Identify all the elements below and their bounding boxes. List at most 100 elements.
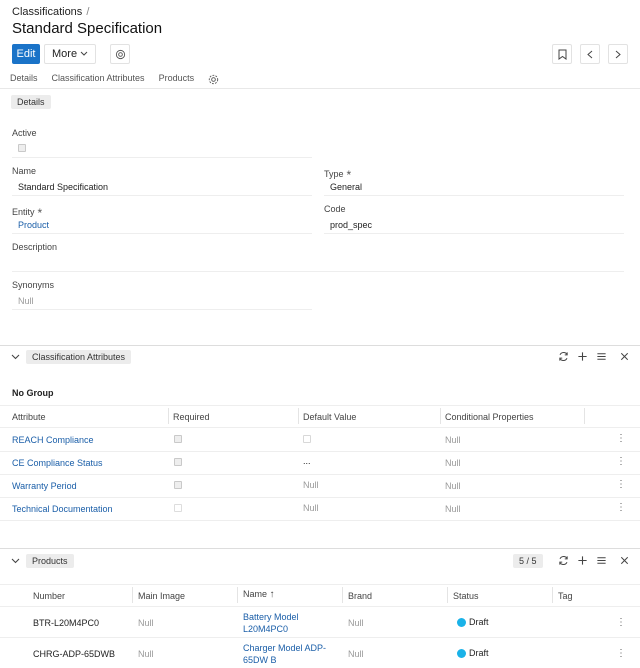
column-divider <box>552 587 553 603</box>
attribute-link[interactable]: CE Compliance Status <box>12 458 103 468</box>
menu-icon[interactable] <box>596 555 607 566</box>
status-text: Draft <box>469 648 489 658</box>
name-value: Standard Specification <box>18 182 109 192</box>
section-tools <box>558 351 630 362</box>
column-divider <box>168 408 169 424</box>
active-underline <box>12 157 312 158</box>
bookmark-button[interactable] <box>552 44 572 64</box>
product-brand: Null <box>348 618 364 628</box>
previous-record-button[interactable] <box>580 44 600 64</box>
plus-icon[interactable] <box>577 555 588 566</box>
row-divider <box>0 497 640 498</box>
attribute-link[interactable]: Warranty Period <box>12 481 77 491</box>
refresh-icon[interactable] <box>558 351 569 362</box>
column-attribute[interactable]: Attribute <box>12 412 46 422</box>
product-name-link[interactable]: Charger Model ADP- 65DW B <box>243 642 326 666</box>
chevron-down-icon[interactable] <box>11 558 20 564</box>
chevron-down-icon[interactable] <box>11 354 20 360</box>
products-header: Products 5 / 5 <box>0 548 640 570</box>
status-badge: Draft <box>457 648 489 659</box>
row-actions-icon[interactable]: ⋮ <box>616 648 626 659</box>
column-divider <box>237 587 238 603</box>
page-header: Classifications / Standard Specification … <box>0 0 640 88</box>
product-name-link[interactable]: Battery Model L20M4PC0 <box>243 611 299 635</box>
column-divider <box>132 587 133 603</box>
tab-products[interactable]: Products <box>159 73 195 86</box>
column-name[interactable]: Name ↑ <box>243 589 275 600</box>
column-brand[interactable]: Brand <box>348 591 372 601</box>
product-image: Null <box>138 618 154 628</box>
active-label: Active <box>12 128 37 138</box>
product-name-line: 65DW B <box>243 655 277 665</box>
row-actions-icon[interactable]: ⋮ <box>616 617 626 628</box>
close-icon[interactable] <box>619 555 630 566</box>
follow-button[interactable] <box>110 44 131 64</box>
refresh-icon[interactable] <box>558 555 569 566</box>
entity-underline <box>12 233 312 234</box>
attribute-link[interactable]: REACH Compliance <box>12 435 94 445</box>
name-label: Name <box>12 166 37 176</box>
chevron-down-icon <box>80 51 88 56</box>
status-text: Draft <box>469 617 489 627</box>
column-divider <box>447 587 448 603</box>
group-heading: No Group <box>12 388 54 398</box>
row-actions-icon[interactable]: ⋮ <box>616 433 626 444</box>
synonyms-underline <box>12 309 312 310</box>
required-asterisk: * <box>346 168 352 182</box>
edit-button[interactable]: Edit <box>12 44 40 64</box>
tab-details[interactable]: Details <box>10 73 38 86</box>
product-image: Null <box>138 649 154 659</box>
column-conditional-properties[interactable]: Conditional Properties <box>445 412 534 422</box>
product-number: BTR-L20M4PC0 <box>33 618 100 628</box>
row-actions-icon[interactable]: ⋮ <box>616 456 626 467</box>
toolbar: Edit More <box>12 44 131 64</box>
chevron-right-icon <box>615 50 621 58</box>
column-required[interactable]: Required <box>173 412 210 422</box>
section-tools <box>558 555 630 566</box>
row-divider <box>0 584 640 585</box>
tab-bar: Details Classification Attributes Produc… <box>10 73 219 86</box>
column-name-label: Name <box>243 589 268 599</box>
default-checkbox <box>303 435 311 443</box>
code-value: prod_spec <box>330 220 373 230</box>
synonyms-label: Synonyms <box>12 280 55 290</box>
attribute-link[interactable]: Technical Documentation <box>12 504 113 514</box>
close-icon[interactable] <box>619 351 630 362</box>
products-count-badge: 5 / 5 <box>513 554 543 568</box>
next-record-button[interactable] <box>608 44 628 64</box>
synonyms-value: Null <box>18 296 34 306</box>
code-underline <box>324 233 624 234</box>
eye-target-icon <box>115 49 125 59</box>
entity-label-text: Entity <box>12 207 35 217</box>
column-number[interactable]: Number <box>33 591 65 601</box>
more-button[interactable]: More <box>44 44 97 64</box>
active-checkbox[interactable] <box>18 144 26 152</box>
row-divider <box>0 637 640 638</box>
column-tag[interactable]: Tag <box>558 591 573 601</box>
required-checkbox <box>174 504 182 512</box>
default-value: Null <box>303 480 319 490</box>
default-value: ... <box>303 456 311 466</box>
classification-attributes-header: Classification Attributes <box>0 345 640 367</box>
row-actions-icon[interactable]: ⋮ <box>616 502 626 513</box>
column-status[interactable]: Status <box>453 591 479 601</box>
row-divider <box>0 520 640 521</box>
status-badge: Draft <box>457 617 489 628</box>
bookmark-icon <box>558 49 566 60</box>
type-value: General <box>330 182 363 192</box>
column-main-image[interactable]: Main Image <box>138 591 185 601</box>
row-actions-icon[interactable]: ⋮ <box>616 479 626 490</box>
entity-link[interactable]: Product <box>18 220 49 230</box>
default-value: Null <box>303 503 319 513</box>
column-default-value[interactable]: Default Value <box>303 412 356 422</box>
menu-icon[interactable] <box>596 351 607 362</box>
tab-classification-attributes[interactable]: Classification Attributes <box>52 73 145 86</box>
page-title: Standard Specification <box>12 20 163 37</box>
breadcrumb-classifications[interactable]: Classifications <box>12 6 82 18</box>
column-divider <box>342 587 343 603</box>
plus-icon[interactable] <box>577 351 588 362</box>
classification-attributes-label: Classification Attributes <box>26 350 132 364</box>
status-dot-icon <box>457 618 466 628</box>
details-panel-label: Details <box>11 95 51 109</box>
gear-icon[interactable] <box>208 74 219 85</box>
